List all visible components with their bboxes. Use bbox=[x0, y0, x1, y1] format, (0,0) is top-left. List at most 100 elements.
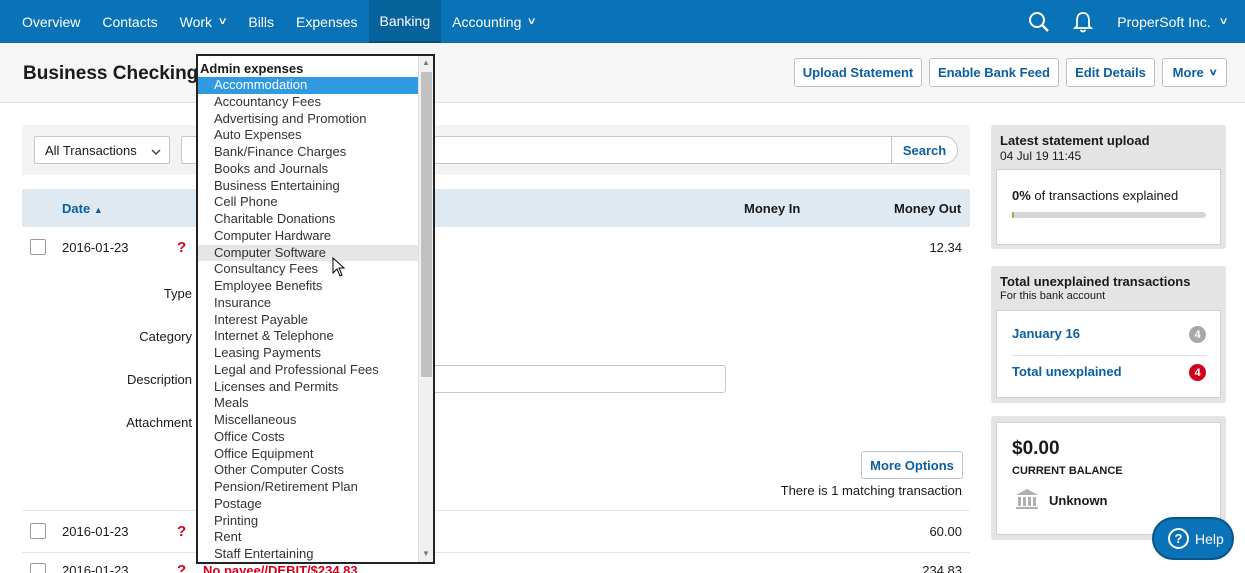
unexplained-item-total[interactable]: Total unexplained bbox=[1012, 364, 1122, 379]
chevron-down-icon: ∨ bbox=[526, 16, 538, 27]
nav-bills[interactable]: Bills bbox=[237, 0, 285, 43]
count-badge: 4 bbox=[1189, 326, 1206, 343]
dropdown-option[interactable]: Legal and Professional Fees bbox=[198, 362, 418, 379]
row-date: 2016-01-23 bbox=[62, 563, 129, 573]
statement-progress-box: 0% of transactions explained bbox=[996, 169, 1221, 245]
explained-progress-bar bbox=[1012, 212, 1206, 218]
nav-expenses[interactable]: Expenses bbox=[285, 0, 368, 43]
dropdown-option[interactable]: Insurance bbox=[198, 295, 418, 312]
dropdown-option[interactable]: Other Computer Costs bbox=[198, 462, 418, 479]
chevron-down-icon: ∨ bbox=[1218, 16, 1229, 27]
bell-icon[interactable] bbox=[1061, 0, 1105, 43]
dropdown-option[interactable]: Pension/Retirement Plan bbox=[198, 479, 418, 496]
description-label: Description bbox=[126, 372, 192, 387]
attachment-label: Attachment bbox=[126, 415, 192, 430]
scroll-up-icon[interactable]: ▲ bbox=[422, 58, 430, 67]
description-input[interactable] bbox=[430, 365, 726, 393]
search-button[interactable]: Search bbox=[891, 136, 958, 164]
unexplained-item-january[interactable]: January 16 bbox=[1012, 326, 1080, 341]
dropdown-option[interactable]: Office Costs bbox=[198, 429, 418, 446]
dropdown-options: Accommodation Accountancy Fees Advertising… bbox=[198, 77, 418, 562]
nav-work-label: Work bbox=[179, 13, 213, 30]
dropdown-option[interactable]: Office Equipment bbox=[198, 446, 418, 463]
scrollbar-thumb[interactable] bbox=[421, 72, 432, 377]
nav-banking-label: Banking bbox=[379, 12, 431, 29]
company-name: ProperSoft Inc. bbox=[1117, 13, 1211, 30]
dropdown-option[interactable]: Computer Hardware bbox=[198, 228, 418, 245]
unexplained-list: January 16 4 Total unexplained 4 bbox=[996, 310, 1221, 398]
dropdown-option[interactable]: Staff Entertaining bbox=[198, 546, 418, 562]
nav-banking[interactable]: Banking bbox=[368, 0, 442, 43]
dropdown-option[interactable]: Interest Payable bbox=[198, 312, 418, 329]
chevron-down-icon bbox=[151, 145, 161, 160]
dropdown-option[interactable]: Accommodation bbox=[198, 77, 418, 94]
help-icon: ? bbox=[1168, 528, 1189, 549]
search-input[interactable] bbox=[430, 136, 892, 164]
nav-work[interactable]: Work ∨ bbox=[169, 0, 238, 43]
transaction-filter-select[interactable]: All Transactions bbox=[34, 136, 170, 164]
dropdown-option[interactable]: Leasing Payments bbox=[198, 345, 418, 362]
dropdown-option[interactable]: Bank/Finance Charges bbox=[198, 144, 418, 161]
upload-statement-button[interactable]: Upload Statement bbox=[794, 58, 922, 87]
statement-title: Latest statement upload bbox=[1000, 133, 1150, 148]
help-button[interactable]: ? Help bbox=[1152, 517, 1234, 560]
divider bbox=[1012, 355, 1207, 356]
nav-accounting[interactable]: Accounting ∨ bbox=[441, 0, 547, 43]
page-title: Business Checking bbox=[23, 63, 199, 84]
nav-contacts[interactable]: Contacts bbox=[91, 0, 168, 43]
dropdown-option[interactable]: Advertising and Promotion bbox=[198, 111, 418, 128]
dropdown-option[interactable]: Licenses and Permits bbox=[198, 379, 418, 396]
edit-details-button[interactable]: Edit Details bbox=[1066, 58, 1155, 87]
row-checkbox[interactable] bbox=[30, 563, 46, 573]
dropdown-option[interactable]: Rent bbox=[198, 529, 418, 546]
dropdown-option[interactable]: Charitable Donations bbox=[198, 211, 418, 228]
row-date: 2016-01-23 bbox=[62, 240, 129, 255]
row-description: No payee//DEBIT/$234.83 bbox=[203, 563, 358, 573]
dropdown-option[interactable]: Meals bbox=[198, 395, 418, 412]
row-checkbox[interactable] bbox=[30, 523, 46, 539]
statement-date: 04 Jul 19 11:45 bbox=[1000, 149, 1082, 163]
dropdown-scrollbar[interactable]: ▲ ▼ bbox=[418, 56, 433, 562]
category-label: Category bbox=[139, 329, 192, 344]
dropdown-option[interactable]: Auto Expenses bbox=[198, 127, 418, 144]
dropdown-option[interactable]: Internet & Telephone bbox=[198, 328, 418, 345]
chevron-down-icon: ∨ bbox=[1208, 67, 1218, 77]
category-dropdown[interactable]: Admin expenses Accommodation Accountancy … bbox=[196, 54, 435, 564]
dropdown-option[interactable]: Books and Journals bbox=[198, 161, 418, 178]
scroll-down-icon[interactable]: ▼ bbox=[422, 549, 430, 558]
dropdown-option[interactable]: Computer Software bbox=[198, 244, 418, 262]
dropdown-option[interactable]: Miscellaneous bbox=[198, 412, 418, 429]
sort-up-icon: ▲ bbox=[93, 205, 103, 215]
dropdown-option[interactable]: Cell Phone bbox=[198, 194, 418, 211]
more-options-button[interactable]: More Options bbox=[861, 451, 963, 479]
explained-text: of transactions explained bbox=[1034, 188, 1179, 203]
table-header: Date ▲ Money In Money Out bbox=[22, 189, 970, 227]
column-date[interactable]: Date ▲ bbox=[62, 201, 103, 216]
more-button[interactable]: More ∨ bbox=[1162, 58, 1227, 87]
search-icon[interactable] bbox=[1017, 0, 1061, 43]
nav-contacts-label: Contacts bbox=[102, 13, 158, 30]
dropdown-option[interactable]: Printing bbox=[198, 513, 418, 530]
dropdown-group-label: Admin expenses bbox=[200, 61, 304, 76]
unexplained-flag-icon: ? bbox=[177, 239, 187, 256]
row-divider bbox=[22, 510, 970, 511]
balance-status: Unknown bbox=[1049, 493, 1108, 508]
company-menu[interactable]: ProperSoft Inc. ∨ bbox=[1105, 14, 1245, 30]
column-money-out: Money Out bbox=[894, 201, 962, 216]
nav-overview[interactable]: Overview bbox=[0, 0, 91, 43]
column-date-label: Date bbox=[62, 201, 91, 216]
dropdown-option[interactable]: Business Entertaining bbox=[198, 178, 418, 195]
mouse-cursor-icon bbox=[332, 256, 346, 280]
nav-overview-label: Overview bbox=[22, 13, 81, 30]
dropdown-option[interactable]: Accountancy Fees bbox=[198, 94, 418, 111]
row-checkbox[interactable] bbox=[30, 239, 46, 255]
dropdown-option[interactable]: Employee Benefits bbox=[198, 278, 418, 295]
dropdown-option[interactable]: Consultancy Fees bbox=[198, 261, 418, 278]
balance-amount: $0.00 bbox=[1012, 438, 1060, 459]
account-header: Business Checking Upload Statement Enabl… bbox=[0, 43, 1245, 103]
enable-bank-feed-button[interactable]: Enable Bank Feed bbox=[929, 58, 1059, 87]
dropdown-option[interactable]: Postage bbox=[198, 496, 418, 513]
unexplained-subtitle: For this bank account bbox=[1000, 290, 1106, 302]
unexplained-panel: Total unexplained transactions For this … bbox=[991, 266, 1226, 403]
chevron-down-icon: ∨ bbox=[217, 16, 228, 27]
